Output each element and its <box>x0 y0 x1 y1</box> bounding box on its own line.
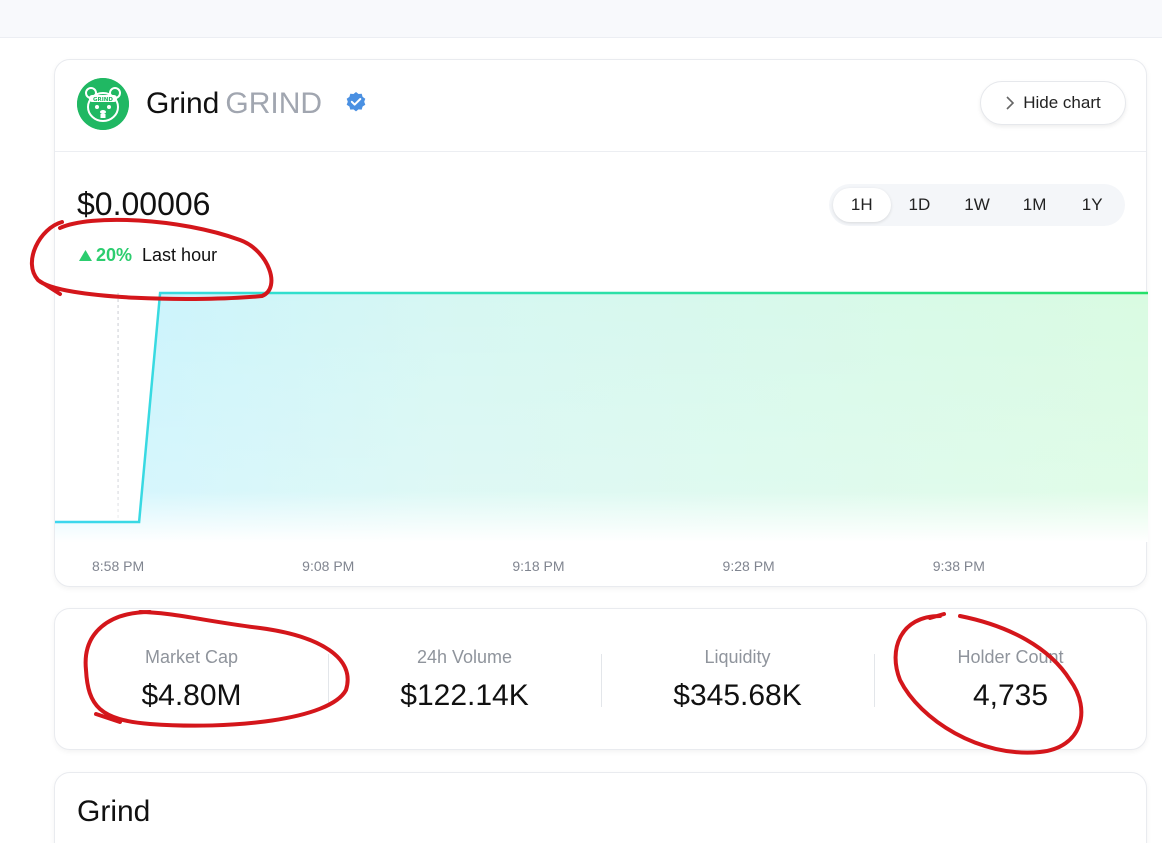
stat-divider <box>874 654 875 707</box>
stat-divider <box>601 654 602 707</box>
token-about-card: Grind <box>54 772 1147 843</box>
stat-label: Market Cap <box>144 647 239 667</box>
stat-market-cap: Market Cap $4.80M <box>55 609 328 751</box>
stat-value: $122.14K <box>400 679 529 712</box>
token-chart-card: GRIND Grind GRIND Hide chart $0.00006 20% <box>54 59 1148 587</box>
x-axis-tick-label: 9:38 PM <box>932 558 985 574</box>
top-bar <box>0 0 1162 38</box>
token-stats-card: Market Cap $4.80M 24h Volume $122.14K Liquid… <box>54 608 1147 750</box>
x-axis-tick-label: 9:28 PM <box>722 558 775 574</box>
x-axis-tick-label: 9:18 PM <box>512 558 565 574</box>
stat-value: 4,735 <box>972 679 1049 712</box>
stat-24h-volume: 24h Volume $122.14K <box>328 609 601 751</box>
stat-label: Holder Count <box>957 647 1064 667</box>
stat-value: $345.68K <box>673 679 802 712</box>
stat-holder-count: Holder Count 4,735 <box>874 609 1147 751</box>
stat-liquidity: Liquidity $345.68K <box>601 609 874 751</box>
stat-label: 24h Volume <box>416 647 513 667</box>
stat-divider <box>328 654 329 707</box>
stat-label: Liquidity <box>704 647 771 667</box>
x-axis-tick-label: 8:58 PM <box>91 558 145 574</box>
about-title: Grind <box>77 795 151 828</box>
price-chart <box>55 290 1148 542</box>
stat-value: $4.80M <box>141 679 242 712</box>
x-axis-tick-label: 9:08 PM <box>302 558 355 574</box>
